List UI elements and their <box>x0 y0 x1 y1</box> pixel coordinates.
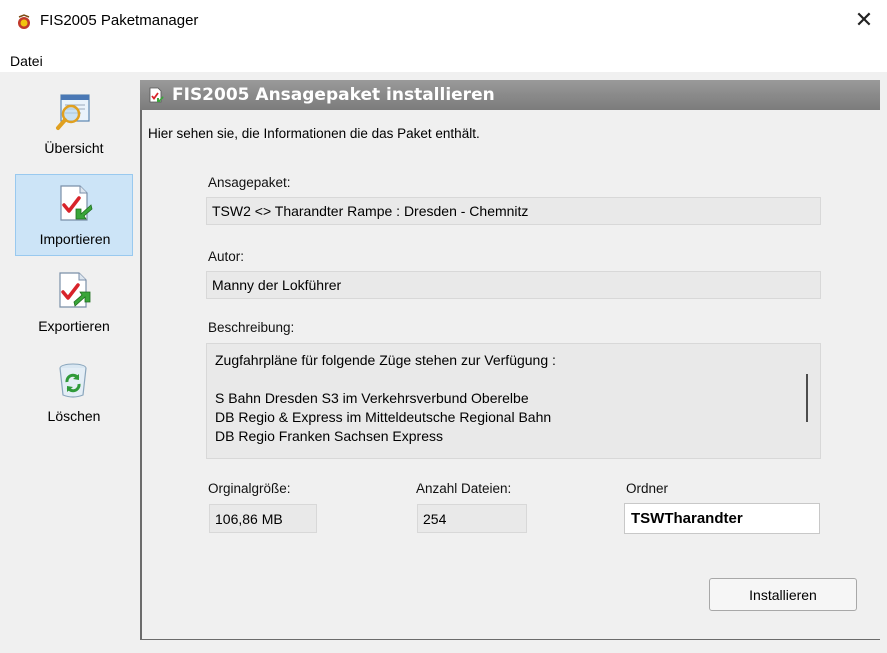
folder-label: Ordner <box>626 481 669 496</box>
menu-bar: Datei <box>0 40 887 72</box>
export-icon <box>53 270 93 310</box>
description-line: Zugfahrpläne für folgende Züge stehen zu… <box>215 352 556 368</box>
title-bar: FIS2005 Paketmanager ✕ <box>0 0 887 40</box>
size-field: 106,86 MB <box>209 504 317 533</box>
folder-value: TSWTharandter <box>631 510 743 527</box>
description-line: DB Regio & Express im Mitteldeutsche Reg… <box>215 409 552 425</box>
install-button-label: Installieren <box>749 586 817 603</box>
close-icon: ✕ <box>854 7 874 32</box>
file-count-value: 254 <box>423 510 447 527</box>
panel-title: FIS2005 Ansagepaket installieren <box>172 85 495 105</box>
overview-icon <box>53 92 93 132</box>
window-title: FIS2005 Paketmanager <box>40 12 199 29</box>
sidebar-item-export[interactable]: Exportieren <box>15 262 133 344</box>
sidebar-item-label: Importieren <box>39 231 111 247</box>
file-count-label: Anzahl Dateien: <box>416 481 512 496</box>
file-count-field: 254 <box>417 504 527 533</box>
sidebar-item-label: Übersicht <box>44 140 104 156</box>
panel-header: FIS2005 Ansagepaket installieren <box>140 80 880 110</box>
description-line: S Bahn Dresden S3 im Verkehrsverbund Obe… <box>215 390 529 406</box>
author-field: Manny der Lokführer <box>206 271 821 299</box>
folder-input[interactable]: TSWTharandter <box>624 503 820 534</box>
sidebar-item-delete[interactable]: Löschen <box>15 352 133 434</box>
package-label: Ansagepaket: <box>208 175 291 190</box>
menu-item-datei[interactable]: Datei <box>10 53 43 69</box>
size-label: Orginalgröße: <box>208 481 291 496</box>
author-value: Manny der Lokführer <box>212 277 342 293</box>
package-field: TSW2 <> Tharandter Rampe : Dresden - Che… <box>206 197 821 225</box>
recycle-bin-icon <box>53 360 93 400</box>
description-scrollbar[interactable] <box>806 374 808 422</box>
app-icon <box>16 14 32 30</box>
sidebar-item-import[interactable]: Importieren <box>15 174 133 256</box>
author-label: Autor: <box>208 249 245 264</box>
description-line: DB Regio Franken Sachsen Express <box>215 428 443 444</box>
description-label: Beschreibung: <box>208 320 295 335</box>
sidebar-item-label: Löschen <box>47 408 101 424</box>
import-icon <box>54 183 94 223</box>
sidebar-item-overview[interactable]: Übersicht <box>15 84 133 166</box>
sidebar-item-label: Exportieren <box>38 318 110 334</box>
close-button[interactable]: ✕ <box>841 0 887 40</box>
description-box[interactable]: Zugfahrpläne für folgende Züge stehen zu… <box>206 343 821 459</box>
package-value: TSW2 <> Tharandter Rampe : Dresden - Che… <box>212 203 529 219</box>
sidebar: Übersicht Importieren Exportieren Lösche… <box>10 84 136 644</box>
install-package-icon <box>148 87 164 103</box>
intro-text: Hier sehen sie, die Informationen die da… <box>148 126 480 141</box>
install-button[interactable]: Installieren <box>709 578 857 611</box>
size-value: 106,86 MB <box>215 510 283 527</box>
install-panel: FIS2005 Ansagepaket installieren Hier se… <box>140 80 880 640</box>
